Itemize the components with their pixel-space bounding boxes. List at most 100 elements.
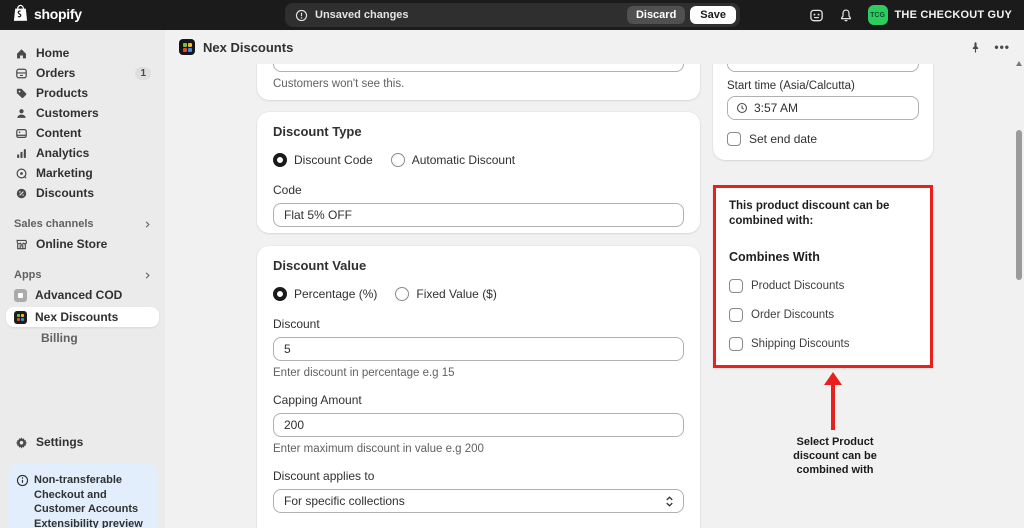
applies-to-select[interactable]: For specific collections <box>273 489 684 513</box>
discard-button[interactable]: Discard <box>626 6 686 24</box>
code-label: Code <box>273 183 302 197</box>
checkbox-shipping-discounts[interactable]: Shipping Discounts <box>729 337 917 351</box>
orders-count-badge: 1 <box>135 66 151 80</box>
discount-helper: Enter discount in percentage e.g 15 <box>273 367 455 379</box>
store-name: THE CHECKOUT GUY <box>894 9 1012 21</box>
sidebar-item-discounts[interactable]: Discounts <box>6 183 159 203</box>
sidebar-item-marketing[interactable]: Marketing <box>6 163 159 183</box>
radio-percentage[interactable]: Percentage (%) <box>273 287 377 301</box>
scroll-area: Customers won't see this. Discount Type … <box>165 64 1024 528</box>
tag-icon <box>14 86 28 100</box>
sidekick-icon[interactable] <box>809 8 824 23</box>
alert-circle-icon <box>295 9 308 22</box>
sidebar-item-content[interactable]: Content <box>6 123 159 143</box>
radio-fixed-value[interactable]: Fixed Value ($) <box>395 287 497 301</box>
radio-automatic-discount[interactable]: Automatic Discount <box>390 153 515 167</box>
start-time-label: Start time (Asia/Calcutta) <box>727 80 855 92</box>
card-title: Discount Value <box>273 258 367 273</box>
combines-title: Combines With <box>729 250 820 264</box>
combines-intro: This product discount can be combined wi… <box>729 200 890 227</box>
sidebar-item-advanced-cod[interactable]: Advanced COD <box>6 285 159 305</box>
card-title: Discount Type <box>273 124 362 139</box>
sidebar-item-analytics[interactable]: Analytics <box>6 143 159 163</box>
topbar: shopify Unsaved changes Discard Save TCG… <box>0 0 1024 30</box>
checkbox-order-discounts[interactable]: Order Discounts <box>729 308 917 322</box>
sidebar-item-online-store[interactable]: Online Store <box>6 234 159 254</box>
unsaved-changes-label: Unsaved changes <box>315 9 409 21</box>
scrollbar-up-arrow[interactable] <box>1016 61 1022 66</box>
scrollbar-thumb[interactable] <box>1016 130 1022 280</box>
start-date-input[interactable] <box>727 64 919 72</box>
nex-discounts-app-icon <box>14 310 27 324</box>
content-icon <box>14 126 28 140</box>
notifications-bell-icon[interactable] <box>839 8 853 23</box>
bar-chart-icon <box>14 146 28 160</box>
storefront-icon <box>14 237 28 251</box>
applies-to-label: Discount applies to <box>273 469 375 483</box>
radio-discount-code[interactable]: Discount Code <box>273 153 373 167</box>
page-title: Nex Discounts <box>203 39 294 55</box>
sidebar-item-settings[interactable]: Settings <box>6 431 159 453</box>
discount-value-card: Discount Value Percentage (%) Fixed Valu… <box>257 246 700 528</box>
save-button[interactable]: Save <box>690 6 736 24</box>
capping-label: Capping Amount <box>273 393 362 407</box>
discount-icon <box>14 186 28 200</box>
advanced-cod-app-icon <box>14 288 27 302</box>
notice-suffix: preview <box>101 517 143 528</box>
select-stepper-icon <box>664 495 675 508</box>
annotation-caption: Select Product discount can be combined … <box>793 436 877 476</box>
person-icon <box>14 106 28 120</box>
radio-unselected-icon <box>395 287 410 301</box>
sidebar-item-billing[interactable]: Billing <box>6 328 159 348</box>
shopify-admin-screen: shopify Unsaved changes Discard Save TCG… <box>0 0 1024 528</box>
avatar: TCG <box>867 5 888 25</box>
marketing-icon <box>14 166 28 180</box>
info-icon <box>16 474 29 528</box>
radio-unselected-icon <box>390 153 405 167</box>
sidebar-item-customers[interactable]: Customers <box>6 103 159 123</box>
sales-channels-section[interactable]: Sales channels <box>0 215 165 233</box>
unsaved-changes-bar: Unsaved changes Discard Save <box>285 3 740 27</box>
discount-label: Discount <box>273 317 320 331</box>
start-time-input[interactable]: 3:57 AM <box>727 96 919 120</box>
set-end-date-checkbox[interactable]: Set end date <box>727 132 817 146</box>
pin-icon[interactable] <box>969 41 982 54</box>
clock-icon <box>736 102 748 114</box>
sidebar-item-home[interactable]: Home <box>6 43 159 63</box>
apps-section[interactable]: Apps <box>0 266 165 284</box>
account-menu[interactable]: TCG THE CHECKOUT GUY <box>867 5 1012 25</box>
main-content: Nex Discounts ••• Customers won't see th… <box>165 30 1024 528</box>
sidebar-item-products[interactable]: Products <box>6 83 159 103</box>
sidebar: Home Orders 1 Products Customers Content <box>0 30 165 528</box>
combines-with-card: This product discount can be combined wi… <box>713 185 933 368</box>
checkbox-icon <box>729 279 743 293</box>
checkbox-icon <box>729 337 743 351</box>
checkbox-icon <box>727 132 741 146</box>
checkbox-icon <box>729 308 743 322</box>
sidebar-item-orders[interactable]: Orders 1 <box>6 63 159 83</box>
discount-input[interactable] <box>273 337 684 361</box>
code-input[interactable] <box>273 203 684 227</box>
schedule-card: Start time (Asia/Calcutta) 3:57 AM Set e… <box>713 64 933 160</box>
annotation-arrow-stem <box>831 384 835 430</box>
visibility-card: Customers won't see this. <box>257 64 700 100</box>
radio-selected-icon <box>273 287 287 301</box>
app-header: Nex Discounts ••• <box>165 30 1024 64</box>
chevron-right-icon <box>142 219 153 230</box>
visibility-helper: Customers won't see this. <box>273 78 405 90</box>
orders-icon <box>14 66 28 80</box>
extensibility-preview-notice: Non-transferable Checkout and Customer A… <box>8 464 158 528</box>
nex-discounts-app-icon <box>179 39 195 55</box>
checkbox-product-discounts[interactable]: Product Discounts <box>729 279 917 293</box>
capping-input[interactable] <box>273 413 684 437</box>
shopify-bag-icon <box>12 4 29 23</box>
sidebar-item-nex-discounts[interactable]: Nex Discounts <box>6 307 159 327</box>
home-icon <box>14 46 28 60</box>
chevron-right-icon <box>142 270 153 281</box>
discount-name-input[interactable] <box>273 64 684 72</box>
shopify-logo[interactable]: shopify <box>12 4 82 23</box>
radio-selected-icon <box>273 153 287 167</box>
notice-prefix: Non-transferable <box>34 474 123 486</box>
more-actions-icon[interactable]: ••• <box>994 40 1010 54</box>
gear-icon <box>14 435 28 449</box>
